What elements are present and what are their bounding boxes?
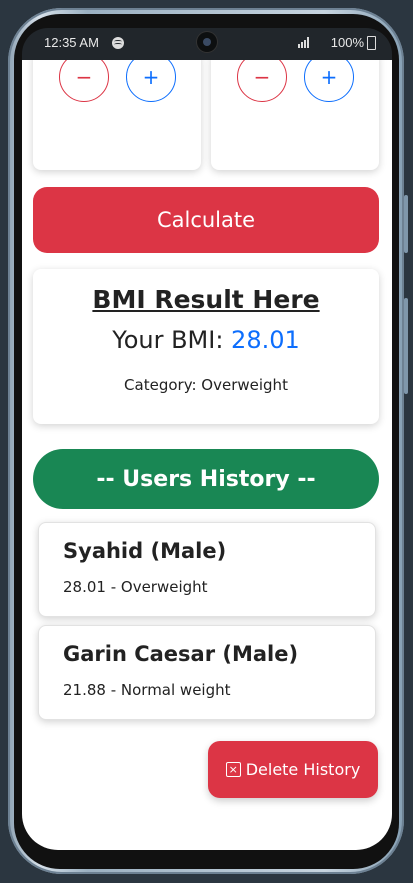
signal-icon	[298, 36, 312, 48]
delete-history-button[interactable]: × Delete History	[208, 741, 378, 798]
volume-button	[404, 195, 408, 253]
bmi-label: Your BMI:	[112, 326, 232, 354]
decrement-button[interactable]: −	[237, 60, 287, 102]
status-bar: 12:35 AM 100%	[22, 28, 392, 60]
increment-button[interactable]: +	[304, 60, 354, 102]
spotify-icon	[112, 37, 124, 49]
history-header: -- Users History --	[33, 449, 379, 509]
calculate-button[interactable]: Calculate	[33, 187, 379, 253]
battery-icon	[367, 36, 376, 50]
category-value: Overweight	[201, 376, 288, 394]
history-item: Syahid (Male) 28.01 - Overweight	[38, 522, 376, 617]
result-title: BMI Result Here	[92, 285, 320, 314]
history-item: Garin Caesar (Male) 21.88 - Normal weigh…	[38, 625, 376, 720]
bmi-value: 28.01	[231, 326, 300, 354]
power-button	[404, 298, 408, 394]
status-time: 12:35 AM	[44, 35, 99, 50]
increment-button[interactable]: +	[126, 60, 176, 102]
history-name: Garin Caesar (Male)	[63, 642, 299, 666]
delete-history-label: Delete History	[245, 760, 361, 779]
history-detail: 21.88 - Normal weight	[63, 681, 231, 699]
app-screen: − + − + Calculate BMI Result Here Your B…	[22, 60, 392, 850]
weight-card: − +	[33, 60, 201, 170]
bmi-result-card: BMI Result Here Your BMI: 28.01 Category…	[33, 269, 379, 424]
history-name: Syahid (Male)	[63, 539, 227, 563]
category-label: Category:	[124, 376, 202, 394]
decrement-button[interactable]: −	[59, 60, 109, 102]
age-card: − +	[211, 60, 379, 170]
close-square-icon: ×	[225, 762, 241, 777]
front-camera	[197, 32, 217, 52]
bmi-readout: Your BMI: 28.01	[33, 326, 379, 354]
bmi-category: Category: Overweight	[33, 376, 379, 394]
battery-percent: 100%	[330, 35, 364, 50]
history-detail: 28.01 - Overweight	[63, 578, 208, 596]
